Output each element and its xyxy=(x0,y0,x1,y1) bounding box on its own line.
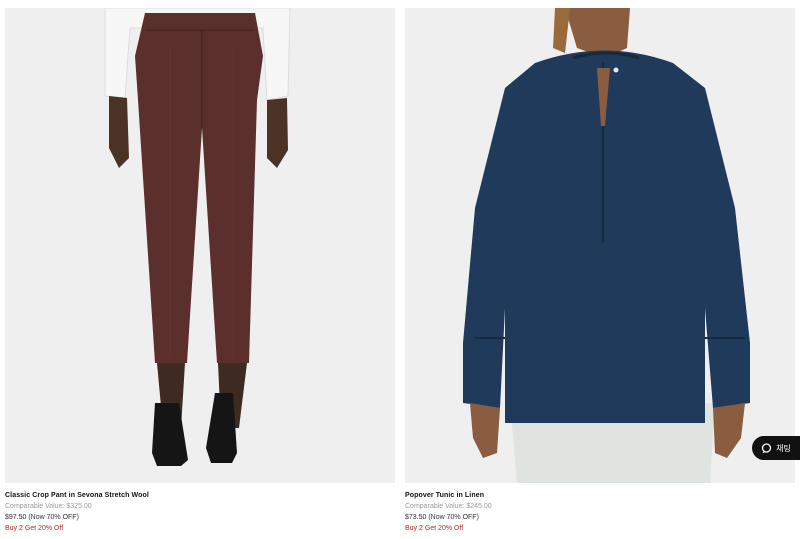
product-price: $73.50 (Now 70% OFF) xyxy=(405,514,479,521)
promo-badge: Buy 2 Get 20% Off xyxy=(405,525,464,532)
product-grid: Classic Crop Pant in Sevona Stretch Wool… xyxy=(0,0,800,539)
promo-badge: Buy 2 Get 20% Off xyxy=(5,525,64,532)
product-name[interactable]: Popover Tunic in Linen xyxy=(405,490,795,501)
trousers-photo xyxy=(104,8,291,466)
chat-button[interactable]: 채팅 xyxy=(752,436,800,460)
product-price: $97.50 (Now 70% OFF) xyxy=(5,514,79,521)
product-image-2[interactable] xyxy=(405,8,795,483)
product-card-2[interactable]: Popover Tunic in Linen Comparable Value:… xyxy=(405,8,795,534)
comparable-value: Comparable Value: $325.00 xyxy=(5,503,92,510)
product-card-1[interactable]: Classic Crop Pant in Sevona Stretch Wool… xyxy=(5,8,395,534)
chat-label: 채팅 xyxy=(776,443,791,453)
tunic-photo xyxy=(463,8,750,483)
product-name[interactable]: Classic Crop Pant in Sevona Stretch Wool xyxy=(5,490,395,501)
comparable-value: Comparable Value: $245.00 xyxy=(405,503,492,510)
chat-bubble-icon xyxy=(761,442,772,454)
product-image-1[interactable] xyxy=(5,8,395,483)
